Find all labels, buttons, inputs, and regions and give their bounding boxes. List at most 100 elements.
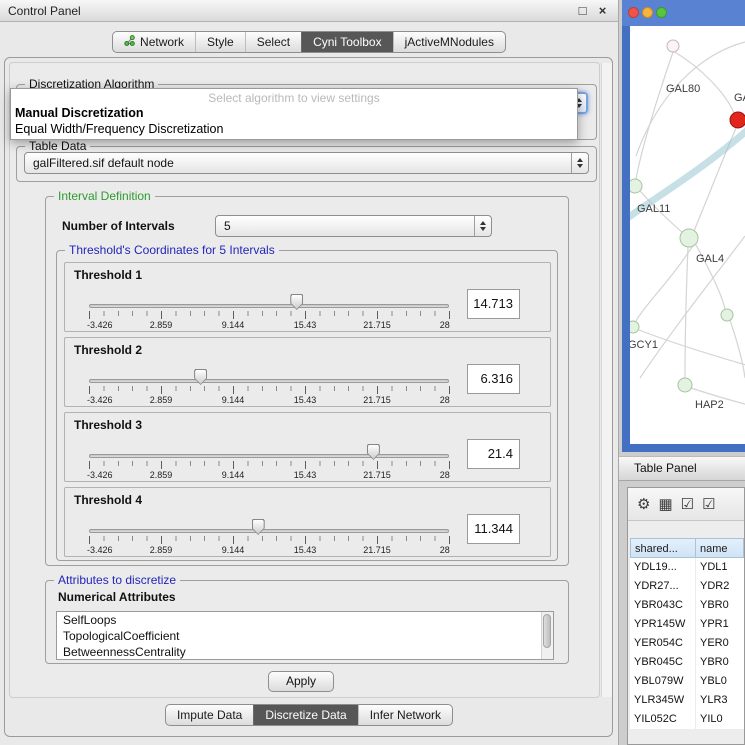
- table-row[interactable]: YBR045CYBR0: [630, 653, 744, 672]
- threshold-panel: Threshold 4-3.4262.8599.14415.4321.71528…: [64, 487, 551, 557]
- cell-shared-name: YLR345W: [630, 691, 696, 710]
- table-columns-icon[interactable]: ▦: [658, 497, 672, 512]
- threshold-slider[interactable]: -3.4262.8599.14415.4321.71528: [89, 362, 449, 406]
- slider-axis-label: 15.43: [294, 320, 317, 330]
- hide-selected-columns-icon[interactable]: ☑: [702, 497, 715, 512]
- tab-jactivemnodules[interactable]: jActiveMNodules: [393, 32, 505, 52]
- tab-cyni-toolbox[interactable]: Cyni Toolbox: [301, 32, 392, 52]
- slider-thumb[interactable]: [367, 444, 380, 460]
- network-node-label: GAL80: [666, 83, 700, 95]
- thumb-face: [253, 520, 264, 534]
- tab-label: Impute Data: [177, 708, 242, 722]
- table-row[interactable]: YPR145WYPR1: [630, 615, 744, 634]
- tab-network[interactable]: Network: [113, 32, 195, 52]
- slider-minor-ticks: [89, 536, 449, 541]
- network-node[interactable]: [630, 179, 642, 193]
- float-window-icon[interactable]: □: [575, 3, 590, 18]
- slider-axis-label: 21.715: [363, 320, 391, 330]
- cell-name: YER0: [696, 634, 744, 653]
- column-header-shared-name[interactable]: shared...: [630, 538, 696, 558]
- table-header-row: shared... name: [630, 538, 744, 558]
- attribute-item[interactable]: SelfLoops: [57, 612, 540, 628]
- cell-shared-name: YPR145W: [630, 615, 696, 634]
- network-node[interactable]: [680, 229, 698, 247]
- group-title-interval-definition: Interval Definition: [54, 189, 155, 203]
- table-row[interactable]: YBR043CYBR0: [630, 596, 744, 615]
- threshold-slider[interactable]: -3.4262.8599.14415.4321.71528: [89, 287, 449, 331]
- slider-major-tick: [377, 311, 378, 319]
- attribute-item[interactable]: BetweennessCentrality: [57, 644, 540, 660]
- panel-scrollbar[interactable]: [601, 63, 612, 697]
- slider-axis-label: 21.715: [363, 395, 391, 405]
- scrollbar-thumb[interactable]: [543, 614, 551, 648]
- number-of-intervals-combobox[interactable]: 5: [215, 215, 492, 237]
- top-tab-group: Network Style SelectCyni ToolboxjActiveMNo…: [112, 31, 506, 53]
- network-edge: [640, 236, 745, 378]
- close-window-icon[interactable]: ×: [595, 3, 610, 18]
- network-node[interactable]: [730, 112, 745, 128]
- table-row[interactable]: YER054CYER0: [630, 634, 744, 653]
- network-node[interactable]: [721, 309, 733, 321]
- tab-style[interactable]: Style: [195, 32, 245, 52]
- slider-axis-label: 21.715: [363, 470, 391, 480]
- column-header-name[interactable]: name: [696, 538, 744, 558]
- table-row[interactable]: YDL19...YDL1: [630, 558, 744, 577]
- cell-name: YPR1: [696, 615, 744, 634]
- threshold-slider[interactable]: -3.4262.8599.14415.4321.71528: [89, 437, 449, 481]
- apply-button[interactable]: Apply: [268, 671, 334, 692]
- thumb-face: [291, 295, 302, 309]
- cell-shared-name: YDL19...: [630, 558, 696, 577]
- network-canvas[interactable]: GAL80GAGAL11GAL4GCY1HAP2: [630, 26, 745, 444]
- slider-track[interactable]: [89, 529, 449, 533]
- cell-name: YLR3: [696, 691, 744, 710]
- network-node[interactable]: [678, 378, 692, 392]
- threshold-label: Threshold 1: [74, 268, 142, 282]
- select-all-columns-icon[interactable]: ☑: [681, 497, 694, 512]
- table-panel-header[interactable]: Table Panel: [619, 456, 745, 481]
- network-node[interactable]: [630, 321, 639, 333]
- tab-label: Style: [207, 35, 234, 49]
- algorithm-option[interactable]: Manual Discretization: [11, 105, 577, 121]
- slider-track[interactable]: [89, 454, 449, 458]
- cell-name: YBL0: [696, 672, 744, 691]
- arrow-down-icon: [480, 227, 486, 231]
- algorithm-option[interactable]: Equal Width/Frequency Discretization: [11, 121, 577, 137]
- network-node[interactable]: [667, 40, 679, 52]
- network-edge: [636, 247, 692, 321]
- slider-thumb[interactable]: [290, 294, 303, 310]
- slider-track[interactable]: [89, 379, 449, 383]
- cell-shared-name: YBR043C: [630, 596, 696, 615]
- threshold-slider[interactable]: -3.4262.8599.14415.4321.71528: [89, 512, 449, 556]
- attribute-item[interactable]: TopologicalCoefficient: [57, 628, 540, 644]
- table-data-combobox[interactable]: galFiltered.sif default node: [24, 152, 589, 174]
- threshold-value-field[interactable]: 6.316: [467, 364, 520, 394]
- network-tab-icon: [124, 35, 135, 49]
- cell-name: YDL1: [696, 558, 744, 577]
- tab-discretize-data[interactable]: Discretize Data: [253, 705, 357, 725]
- table-row[interactable]: YDR27...YDR2: [630, 577, 744, 596]
- table-row[interactable]: YIL052CYIL0: [630, 710, 744, 729]
- cell-shared-name: YDR27...: [630, 577, 696, 596]
- network-edge: [730, 320, 745, 378]
- table-row[interactable]: YLR345WYLR3: [630, 691, 744, 710]
- threshold-value-field[interactable]: 14.713: [467, 289, 520, 319]
- slider-thumb[interactable]: [252, 519, 265, 535]
- window-title: Control Panel: [8, 4, 81, 18]
- slider-thumb[interactable]: [194, 369, 207, 385]
- tab-impute-data[interactable]: Impute Data: [166, 705, 253, 725]
- settings-gear-icon[interactable]: ⚙: [637, 497, 650, 512]
- threshold-panel: Threshold 3-3.4262.8599.14415.4321.71528…: [64, 412, 551, 482]
- mac-close-button[interactable]: [628, 7, 639, 18]
- threshold-value-field[interactable]: 21.4: [467, 439, 520, 469]
- tab-select[interactable]: Select: [245, 32, 301, 52]
- mac-zoom-button[interactable]: [656, 7, 667, 18]
- tab-infer-network[interactable]: Infer Network: [358, 705, 452, 725]
- slider-track[interactable]: [89, 304, 449, 308]
- slider-major-tick: [233, 386, 234, 394]
- slider-major-tick: [233, 311, 234, 319]
- threshold-value-field[interactable]: 11.344: [467, 514, 520, 544]
- attributes-list-scrollbar[interactable]: [541, 612, 553, 659]
- table-row[interactable]: YBL079WYBL0: [630, 672, 744, 691]
- mac-minimize-button[interactable]: [642, 7, 653, 18]
- slider-major-tick: [305, 386, 306, 394]
